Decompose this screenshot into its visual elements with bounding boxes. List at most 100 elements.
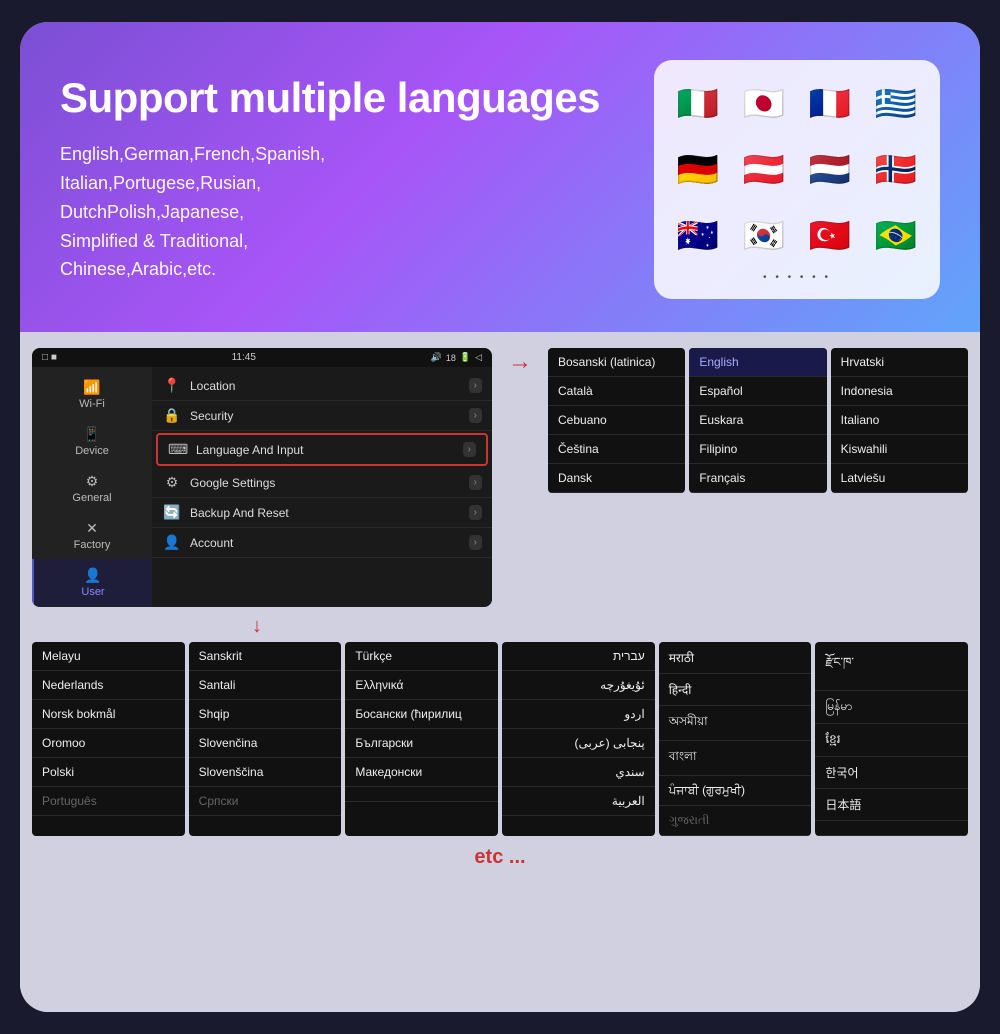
lang-column-3: Hrvatski Indonesia Italiano Kiswahili La… <box>831 348 968 493</box>
lang-hindi[interactable]: हिन्दी <box>659 674 812 706</box>
lang-norsk[interactable]: Norsk bokmål <box>32 700 185 729</box>
lang-hrvatski[interactable]: Hrvatski <box>831 348 968 377</box>
settings-row: □ ■ 11:45 🔊 18 🔋 ◁ 📶 Wi-Fi <box>32 348 968 607</box>
android-screen: □ ■ 11:45 🔊 18 🔋 ◁ 📶 Wi-Fi <box>32 348 492 607</box>
lang-indonesia[interactable]: Indonesia <box>831 377 968 406</box>
factory-icon: ✕ <box>86 520 98 537</box>
lang-balgarski[interactable]: Български <box>345 729 498 758</box>
lang-arabic[interactable]: العربية <box>502 787 655 816</box>
settings-security[interactable]: 🔒 Security › <box>152 401 492 431</box>
flag-dutch: 🇳🇱 <box>802 142 858 198</box>
lang-euskara[interactable]: Euskara <box>689 406 826 435</box>
lang-shqip[interactable]: Shqip <box>189 700 342 729</box>
lang-francais[interactable]: Français <box>689 464 826 493</box>
nav-system[interactable]: 🌐 System <box>32 606 152 607</box>
language-arrow: › <box>463 442 476 457</box>
lang-col-sanskrit: Sanskrit Santali Shqip Slovenčina Sloven… <box>189 642 342 836</box>
lang-italiano[interactable]: Italiano <box>831 406 968 435</box>
lang-nederlands[interactable]: Nederlands <box>32 671 185 700</box>
down-arrow-icon: ↓ <box>252 615 262 638</box>
account-arrow: › <box>469 535 482 550</box>
lang-bosanski[interactable]: Bosanski (latinica) <box>548 348 685 377</box>
backup-arrow: › <box>469 505 482 520</box>
lang-kiswahili[interactable]: Kiswahili <box>831 435 968 464</box>
nav-factory-label: Factory <box>74 539 111 551</box>
lang-col-marathi: मराठी हिन्दी অসমীয়া বাংলা ਪੰਜਾਬੀ (ਗੁਰਮੁ… <box>659 642 812 836</box>
settings-location[interactable]: 📍 Location › <box>152 371 492 401</box>
lang-cestina[interactable]: Čeština <box>548 435 685 464</box>
lang-sindhi[interactable]: سندي <box>502 758 655 787</box>
lang-portugues[interactable]: Português <box>32 787 185 816</box>
lang-column-2: English Español Euskara Filipino Françai… <box>689 348 826 493</box>
nav-general[interactable]: ⚙ General <box>32 465 152 512</box>
settings-account[interactable]: 👤 Account › <box>152 528 492 558</box>
lang-polski[interactable]: Polski <box>32 758 185 787</box>
flag-austrian: 🇦🇹 <box>736 142 792 198</box>
lang-turkce[interactable]: Türkçe <box>345 642 498 671</box>
nav-device[interactable]: 📱 Device <box>32 418 152 465</box>
lang-english[interactable]: English <box>689 348 826 377</box>
lang-slovenscina[interactable]: Slovenščina <box>189 758 342 787</box>
nav-user[interactable]: 👤 User <box>32 559 152 606</box>
battery-level: 18 <box>446 353 456 363</box>
battery-icon: 🔋 <box>460 352 471 363</box>
lang-columns-top: Bosanski (latinica) Català Cebuano Češti… <box>548 348 968 493</box>
lang-marathi[interactable]: मराठी <box>659 642 812 674</box>
lang-col-hebrew: עברית ئۇيغۇرچە اردو پنجابی (عربی) سندي ا… <box>502 642 655 836</box>
lang-dzongkha[interactable]: རྫོང་ཁ་ <box>815 642 968 691</box>
lang-makedonski[interactable]: Македонски <box>345 758 498 787</box>
lang-dansk[interactable]: Dansk <box>548 464 685 493</box>
back-icon: ◁ <box>475 352 482 363</box>
nav-wifi[interactable]: 📶 Wi-Fi <box>32 371 152 418</box>
banner-text-area: Support multiple languages English,Germa… <box>60 74 624 284</box>
right-arrow-icon: → <box>508 348 532 376</box>
lang-assamese[interactable]: অসমীয়া <box>659 706 812 741</box>
settings-account-label: Account <box>190 536 461 550</box>
lang-burmese[interactable]: မြန်မာ <box>815 691 968 724</box>
lang-korean[interactable]: 한국어 <box>815 757 968 789</box>
nav-general-label: General <box>72 492 111 504</box>
lang-bosanski-cir[interactable]: Босански (ћирилиц <box>345 700 498 729</box>
lang-japanese[interactable]: 日本語 <box>815 789 968 821</box>
lang-punjabi-gurmukhi[interactable]: ਪੰਜਾਬੀ (ਗੁਰਮੁਖੀ) <box>659 776 812 806</box>
user-icon: 👤 <box>84 567 101 584</box>
lang-filipino[interactable]: Filipino <box>689 435 826 464</box>
flag-greek: 🇬🇷 <box>868 76 924 132</box>
settings-google[interactable]: ⚙ Google Settings › <box>152 468 492 498</box>
lang-uyghur[interactable]: ئۇيغۇرچە <box>502 671 655 700</box>
flag-japanese: 🇯🇵 <box>736 76 792 132</box>
flag-pagination-dots: • • • • • • <box>670 272 924 283</box>
lang-catala[interactable]: Català <box>548 377 685 406</box>
lang-blank-1 <box>345 787 498 802</box>
nav-device-label: Device <box>75 445 109 457</box>
device-icon: 📱 <box>83 426 100 443</box>
lang-khmer[interactable]: ខ្មែរ <box>815 724 968 757</box>
lang-espanol[interactable]: Español <box>689 377 826 406</box>
nav-factory[interactable]: ✕ Factory <box>32 512 152 559</box>
lang-bengali[interactable]: বাংলা <box>659 741 812 776</box>
settings-language[interactable]: ⌨ Language And Input › <box>156 433 488 466</box>
lang-slovencina[interactable]: Slovenčina <box>189 729 342 758</box>
lang-santali[interactable]: Santali <box>189 671 342 700</box>
lang-srpski[interactable]: Српски <box>189 787 342 816</box>
security-arrow: › <box>469 408 482 423</box>
lang-latviesu[interactable]: Latviešu <box>831 464 968 493</box>
lang-oromoo[interactable]: Oromoo <box>32 729 185 758</box>
lang-melayu[interactable]: Melayu <box>32 642 185 671</box>
google-arrow: › <box>469 475 482 490</box>
settings-backup-label: Backup And Reset <box>190 506 461 520</box>
lang-ellinika[interactable]: Ελληνικά <box>345 671 498 700</box>
google-icon: ⚙ <box>162 474 182 491</box>
flag-german: 🇩🇪 <box>670 142 726 198</box>
lang-cebuano[interactable]: Cebuano <box>548 406 685 435</box>
lang-urdu[interactable]: اردو <box>502 700 655 729</box>
flag-turkish: 🇹🇷 <box>802 208 858 264</box>
lang-sanskrit[interactable]: Sanskrit <box>189 642 342 671</box>
general-icon: ⚙ <box>86 473 99 490</box>
lang-col-turkce: Türkçe Ελληνικά Босански (ћирилиц Българ… <box>345 642 498 836</box>
lang-gujarati[interactable]: ગુજરાતી <box>659 806 812 836</box>
settings-backup[interactable]: 🔄 Backup And Reset › <box>152 498 492 528</box>
lang-hebrew[interactable]: עברית <box>502 642 655 671</box>
lang-punjabi-arabic[interactable]: پنجابی (عربی) <box>502 729 655 758</box>
android-body: 📶 Wi-Fi 📱 Device ⚙ General ✕ <box>32 367 492 607</box>
